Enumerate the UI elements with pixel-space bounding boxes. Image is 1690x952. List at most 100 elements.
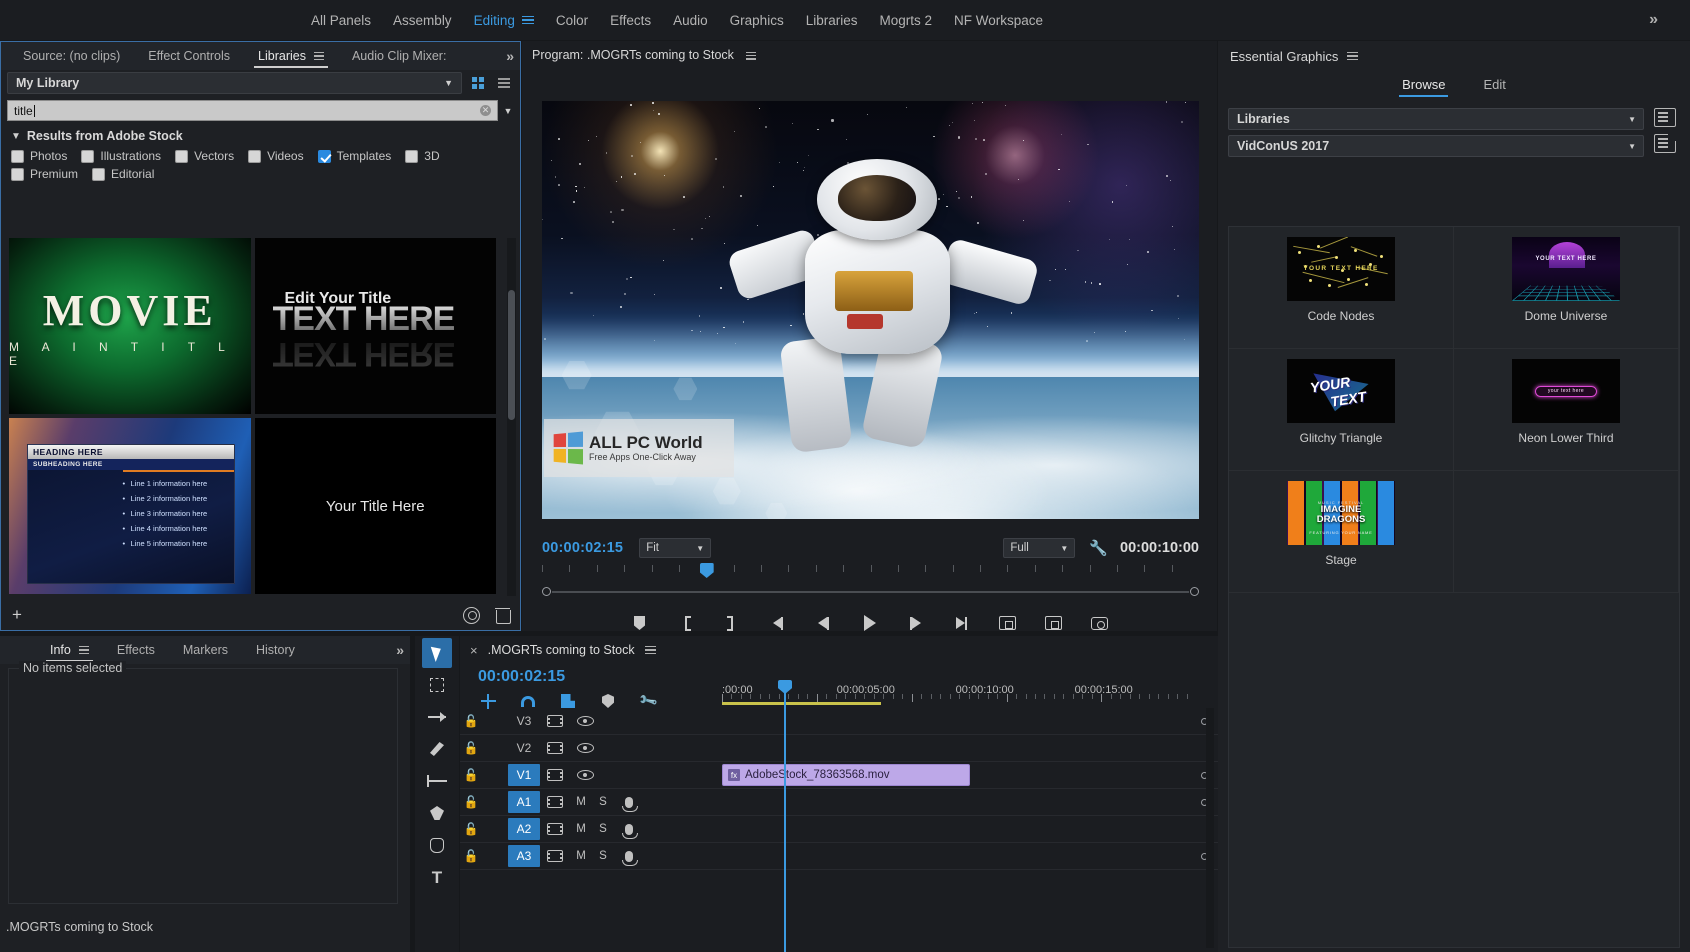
panel-menu-icon[interactable] <box>1347 52 1358 60</box>
trash-icon[interactable] <box>496 608 509 623</box>
mute-track-button[interactable]: M <box>570 823 592 835</box>
search-options-chevron-icon[interactable]: ▼ <box>502 106 514 116</box>
lock-icon[interactable]: 🔓 <box>460 849 482 863</box>
graphics-template-cell[interactable]: YOURTEXTGlitchy Triangle <box>1229 349 1454 471</box>
workspace-tab-mogrts-2[interactable]: Mogrts 2 <box>868 0 943 40</box>
workspace-tab-effects[interactable]: Effects <box>599 0 662 40</box>
settings-wrench-icon[interactable]: 🔧 <box>1089 539 1108 557</box>
workspace-tab-assembly[interactable]: Assembly <box>382 0 463 40</box>
work-area-bar[interactable] <box>722 702 881 705</box>
track-target-V3[interactable]: V3 <box>508 710 540 732</box>
mute-track-button[interactable]: M <box>570 796 592 808</box>
graphics-template-cell[interactable]: your text hereNeon Lower Third <box>1454 349 1679 471</box>
panel-menu-icon[interactable] <box>645 646 656 654</box>
track-visibility-icon[interactable] <box>570 716 600 726</box>
selection-tool[interactable] <box>422 638 452 668</box>
type-tool[interactable]: T <box>422 862 452 892</box>
track-content-A2[interactable] <box>722 816 1218 842</box>
stock-result-movie[interactable]: MOVIE M A I N T I T L E <box>9 238 251 414</box>
filter-videos[interactable]: Videos <box>248 149 303 163</box>
checkbox-icon[interactable] <box>92 168 105 181</box>
microphone-icon[interactable] <box>614 824 644 835</box>
extract-button[interactable] <box>1043 612 1065 634</box>
workspace-tab-audio[interactable]: Audio <box>662 0 719 40</box>
libraries-scrollbar[interactable] <box>507 238 516 596</box>
zoom-handle-left[interactable] <box>542 587 551 596</box>
solo-track-button[interactable]: S <box>592 823 614 835</box>
tab-libraries[interactable]: Libraries <box>244 42 338 70</box>
slip-tool[interactable] <box>422 766 452 796</box>
tab-effects[interactable]: Effects <box>103 636 169 664</box>
sync-lock-icon[interactable] <box>540 769 570 781</box>
checkbox-icon[interactable] <box>175 150 188 163</box>
tab-markers[interactable]: Markers <box>169 636 242 664</box>
close-icon[interactable]: × <box>470 643 478 658</box>
play-stop-button[interactable] <box>859 612 881 634</box>
library-dropdown[interactable]: My Library ▼ <box>7 72 462 94</box>
track-visibility-icon[interactable] <box>570 770 600 780</box>
checkbox-icon[interactable] <box>405 150 418 163</box>
tab-audio-clip-mixer[interactable]: Audio Clip Mixer: <box>338 42 460 70</box>
microphone-icon[interactable] <box>614 797 644 808</box>
lock-icon[interactable]: 🔓 <box>460 741 482 755</box>
solo-track-button[interactable]: S <box>592 796 614 808</box>
program-time-ruler[interactable] <box>542 565 1199 581</box>
workspace-tab-nf-workspace[interactable]: NF Workspace <box>943 0 1054 40</box>
mark-in-button[interactable] <box>675 612 697 634</box>
list-view-button[interactable] <box>494 73 514 93</box>
lock-icon[interactable]: 🔓 <box>460 795 482 809</box>
libraries-scrollbar-thumb[interactable] <box>508 290 515 420</box>
workspace-overflow-button[interactable]: » <box>1649 0 1656 40</box>
workspace-tab-all-panels[interactable]: All Panels <box>300 0 382 40</box>
eg-tab-edit[interactable]: Edit <box>1483 77 1505 97</box>
checkbox-icon[interactable] <box>248 150 261 163</box>
sync-lock-icon[interactable] <box>540 742 570 754</box>
add-library-button[interactable]: + <box>12 605 22 625</box>
track-select-tool[interactable] <box>422 670 452 700</box>
track-target-A2[interactable]: A2 <box>508 818 540 840</box>
track-content-A3[interactable] <box>722 843 1218 869</box>
go-to-out-button[interactable] <box>951 612 973 634</box>
checkbox-icon[interactable] <box>81 150 94 163</box>
export-frame-button[interactable] <box>1089 612 1111 634</box>
mark-out-button[interactable] <box>721 612 743 634</box>
results-header[interactable]: ▼ Results from Adobe Stock <box>1 123 520 147</box>
track-target-V2[interactable]: V2 <box>508 737 540 759</box>
track-content-V2[interactable] <box>722 735 1218 761</box>
filter-3d[interactable]: 3D <box>405 149 439 163</box>
playback-resolution-dropdown[interactable]: Full ▼ <box>1003 538 1075 558</box>
sequence-tab-label[interactable]: .MOGRTs coming to Stock <box>488 643 635 657</box>
tab-history[interactable]: History <box>242 636 309 664</box>
filter-premium[interactable]: Premium <box>11 167 78 181</box>
tab-info[interactable]: Info <box>36 636 103 664</box>
ripple-edit-tool[interactable] <box>422 702 452 732</box>
eg-tab-browse[interactable]: Browse <box>1402 77 1445 97</box>
program-monitor-video[interactable]: ALL PC World Free Apps One-Click Away <box>542 101 1199 519</box>
workspace-tab-color[interactable]: Color <box>545 0 599 40</box>
panel-menu-icon[interactable] <box>79 646 89 654</box>
go-to-in-button[interactable] <box>767 612 789 634</box>
workspace-menu-icon[interactable] <box>522 16 534 25</box>
graphics-library-dropdown[interactable]: VidConUS 2017 ▼ <box>1228 135 1644 157</box>
stock-result-text3d[interactable]: Edit Your Title TEXT HERE TEXT HERE <box>255 238 497 414</box>
lift-button[interactable] <box>997 612 1019 634</box>
track-content-A1[interactable] <box>722 789 1218 815</box>
tab-effect-controls[interactable]: Effect Controls <box>134 42 244 70</box>
mute-track-button[interactable]: M <box>570 850 592 862</box>
graphics-source-dropdown[interactable]: Libraries ▼ <box>1228 108 1644 130</box>
workspace-tab-graphics[interactable]: Graphics <box>719 0 795 40</box>
library-add-icon[interactable] <box>1654 134 1676 153</box>
filter-photos[interactable]: Photos <box>11 149 67 163</box>
graphics-template-cell[interactable]: YOUR TEXT HERECode Nodes <box>1229 227 1454 349</box>
track-target-A1[interactable]: A1 <box>508 791 540 813</box>
lock-icon[interactable]: 🔓 <box>460 768 482 782</box>
workspace-tab-libraries[interactable]: Libraries <box>795 0 869 40</box>
solo-track-button[interactable]: S <box>592 850 614 862</box>
timeline-scrollbar[interactable] <box>1206 708 1214 948</box>
libraries-tabs-overflow[interactable]: » <box>506 42 512 70</box>
checkbox-icon[interactable] <box>11 168 24 181</box>
zoom-handle-right[interactable] <box>1190 587 1199 596</box>
pen-tool[interactable] <box>422 798 452 828</box>
program-monitor-tab[interactable]: Program: .MOGRTs coming to Stock <box>532 48 756 62</box>
sync-lock-icon[interactable] <box>540 850 570 862</box>
